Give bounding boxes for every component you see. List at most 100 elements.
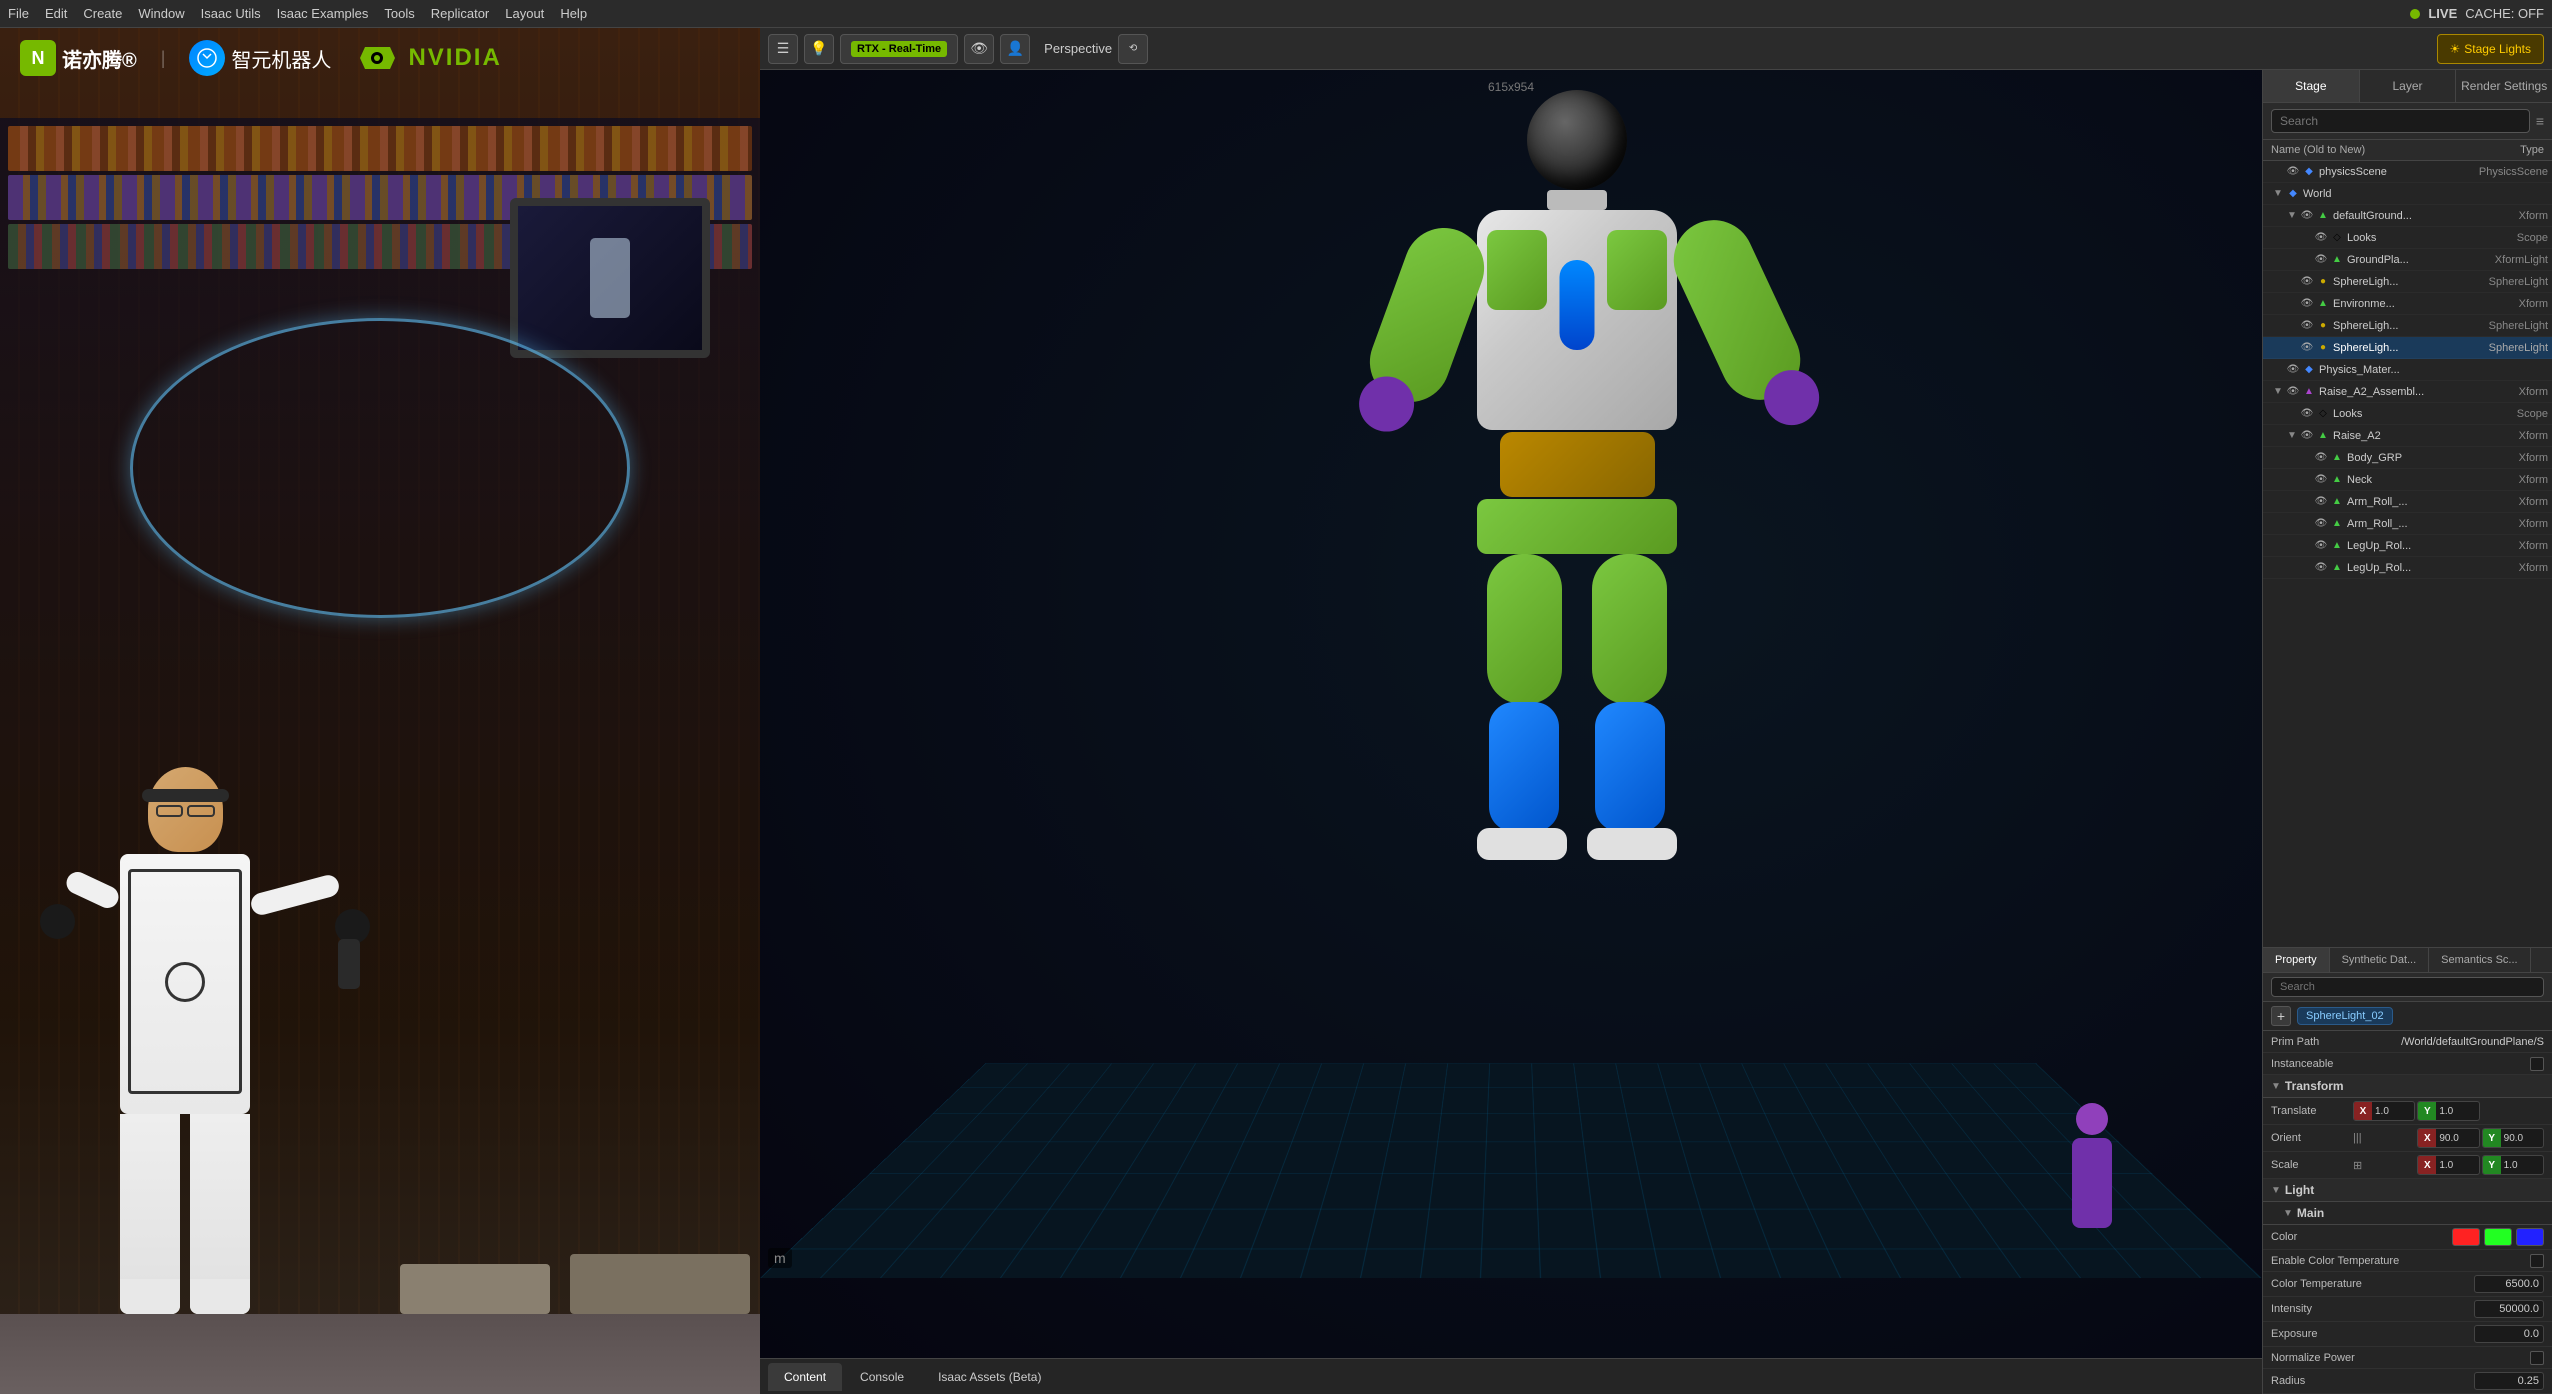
tree-item-world[interactable]: ▼ ◆ World (2263, 183, 2552, 205)
tree-arrow-7 (2285, 319, 2299, 333)
tab-layer[interactable]: Layer (2360, 70, 2457, 102)
color-r-field[interactable] (2452, 1228, 2480, 1246)
menu-create[interactable]: Create (83, 6, 122, 21)
eye-icon-7[interactable]: 👁 (2299, 318, 2315, 334)
menu-edit[interactable]: Edit (45, 6, 67, 21)
eye-icon-14[interactable]: 👁 (2313, 472, 2329, 488)
scale-x-field[interactable]: X 1.0 (2417, 1155, 2479, 1175)
menu-file[interactable]: File (8, 6, 29, 21)
tree-item-arm-roll-2[interactable]: 👁 ▲ Arm_Roll_... Xform (2263, 513, 2552, 535)
prop-tab-synthetic[interactable]: Synthetic Dat... (2330, 948, 2430, 972)
eye-icon-5[interactable]: 👁 (2299, 274, 2315, 290)
tree-item-physics-scene[interactable]: 👁 ◆ physicsScene PhysicsScene (2263, 161, 2552, 183)
menu-replicator[interactable]: Replicator (431, 6, 490, 21)
menu-help[interactable]: Help (560, 6, 587, 21)
prop-tab-property[interactable]: Property (2263, 948, 2330, 972)
tree-item-sphere-light-3[interactable]: 👁 ● SphereLigh... SphereLight (2263, 337, 2552, 359)
tree-item-physics-mater[interactable]: 👁 ◆ Physics_Mater... (2263, 359, 2552, 381)
eye-icon-3[interactable]: 👁 (2313, 230, 2329, 246)
eye-icon-15[interactable]: 👁 (2313, 494, 2329, 510)
stage-search-input[interactable] (2271, 109, 2530, 133)
viewport-canvas[interactable]: ↖ ✛ ↻ ⤢ 📷 ⏸ ▭ FPS: 57.09, Frame time: 17… (760, 70, 2262, 1358)
main-section-header[interactable]: ▼ Main (2263, 1202, 2552, 1225)
tree-content[interactable]: 👁 ◆ physicsScene PhysicsScene ▼ ◆ World (2263, 161, 2552, 947)
transform-section-header[interactable]: ▼ Transform (2263, 1075, 2552, 1098)
light-section-header[interactable]: ▼ Light (2263, 1179, 2552, 1202)
scale-y-field[interactable]: Y 1.0 (2482, 1155, 2544, 1175)
normalize-power-row: Normalize Power (2263, 1347, 2552, 1369)
tab-content[interactable]: Content (768, 1363, 842, 1391)
enable-color-temp-checkbox[interactable] (2530, 1254, 2544, 1268)
logo-nvidia: NVIDIA (355, 43, 501, 73)
scale-row: Scale ⊞ X 1.0 Y 1.0 (2263, 1152, 2552, 1179)
stage-lights-button[interactable]: ☀ Stage Lights (2437, 34, 2544, 64)
orient-icon: ||| (2353, 1132, 2362, 1144)
eye-icon-10[interactable]: 👁 (2285, 384, 2301, 400)
bulb-icon[interactable]: 💡 (804, 34, 834, 64)
eye-icon-11[interactable]: 👁 (2299, 406, 2315, 422)
eye-icon-2[interactable]: 👁 (2299, 208, 2315, 224)
eye-icon-0[interactable]: 👁 (2285, 164, 2301, 180)
neon-ring (130, 318, 630, 618)
eye-icon-6[interactable]: 👁 (2299, 296, 2315, 312)
translate-y-field[interactable]: Y 1.0 (2417, 1101, 2479, 1121)
person-head (148, 767, 223, 852)
tree-item-sphere-light-1[interactable]: 👁 ● SphereLigh... SphereLight (2263, 271, 2552, 293)
tree-type-2: Xform (2468, 210, 2548, 222)
exposure-value: 0.0 (2474, 1325, 2544, 1343)
tree-item-looks[interactable]: 👁 ◇ Looks Scope (2263, 227, 2552, 249)
property-search-input[interactable] (2271, 977, 2544, 997)
color-b-field[interactable] (2516, 1228, 2544, 1246)
tree-arrow-0 (2271, 165, 2285, 179)
tree-item-default-ground[interactable]: ▼ 👁 ▲ defaultGround... Xform (2263, 205, 2552, 227)
eye-icon-16[interactable]: 👁 (2313, 516, 2329, 532)
tree-label-10: Raise_A2_Assembl... (2319, 386, 2468, 398)
menu-layout[interactable]: Layout (505, 6, 544, 21)
eye-icon-17[interactable]: 👁 (2313, 538, 2329, 554)
perspective-arrows[interactable]: ⟲ (1118, 34, 1148, 64)
enable-color-temp-label: Enable Color Temperature (2271, 1255, 2530, 1267)
eye-icon[interactable]: 👁 (964, 34, 994, 64)
eye-icon-4[interactable]: 👁 (2313, 252, 2329, 268)
tree-item-legup-1[interactable]: 👁 ▲ LegUp_Rol... Xform (2263, 535, 2552, 557)
eye-icon-12[interactable]: 👁 (2299, 428, 2315, 444)
tree-item-arm-roll-1[interactable]: 👁 ▲ Arm_Roll_... Xform (2263, 491, 2552, 513)
tab-console[interactable]: Console (844, 1363, 920, 1391)
tree-item-neck[interactable]: 👁 ▲ Neck Xform (2263, 469, 2552, 491)
tree-item-legup-2[interactable]: 👁 ▲ LegUp_Rol... Xform (2263, 557, 2552, 579)
instanceable-checkbox[interactable] (2530, 1057, 2544, 1071)
tree-item-body-grp[interactable]: 👁 ▲ Body_GRP Xform (2263, 447, 2552, 469)
person-icon[interactable]: 👤 (1000, 34, 1030, 64)
filter-icon[interactable]: ≡ (2536, 113, 2544, 129)
orient-y-field[interactable]: Y 90.0 (2482, 1128, 2544, 1148)
orient-x-field[interactable]: X 90.0 (2417, 1128, 2479, 1148)
translate-x-field[interactable]: X 1.0 (2353, 1101, 2415, 1121)
normalize-power-checkbox[interactable] (2530, 1351, 2544, 1365)
node-icon-13: ▲ (2329, 450, 2345, 466)
tree-item-raise-a2[interactable]: ▼ 👁 ▲ Raise_A2 Xform (2263, 425, 2552, 447)
orient-x-val: 90.0 (2436, 1133, 2478, 1144)
rtx-button[interactable]: RTX - Real-Time (840, 34, 958, 64)
tree-item-ground-plane[interactable]: 👁 ▲ GroundPla... XformLight (2263, 249, 2552, 271)
tree-item-environment[interactable]: 👁 ▲ Environme... Xform (2263, 293, 2552, 315)
tab-isaac-assets[interactable]: Isaac Assets (Beta) (922, 1363, 1057, 1391)
add-button[interactable]: + (2271, 1006, 2291, 1026)
eye-icon-8[interactable]: 👁 (2299, 340, 2315, 356)
prop-tab-semantics[interactable]: Semantics Sc... (2429, 948, 2530, 972)
eye-icon-13[interactable]: 👁 (2313, 450, 2329, 466)
bookshelf-row-1 (8, 126, 752, 171)
menu-isaac-utils[interactable]: Isaac Utils (201, 6, 261, 21)
eye-icon-9[interactable]: 👁 (2285, 362, 2301, 378)
menu-isaac-examples[interactable]: Isaac Examples (277, 6, 369, 21)
menu-window[interactable]: Window (138, 6, 184, 21)
tree-item-raise-looks[interactable]: 👁 ◇ Looks Scope (2263, 403, 2552, 425)
eye-icon-18[interactable]: 👁 (2313, 560, 2329, 576)
node-icon-18: ▲ (2329, 560, 2345, 576)
hamburger-btn[interactable]: ☰ (768, 34, 798, 64)
tab-stage[interactable]: Stage (2263, 70, 2360, 102)
tree-item-raise-a2-assembly[interactable]: ▼ 👁 ▲ Raise_A2_Assembl... Xform (2263, 381, 2552, 403)
tree-item-sphere-light-2[interactable]: 👁 ● SphereLigh... SphereLight (2263, 315, 2552, 337)
color-g-field[interactable] (2484, 1228, 2512, 1246)
menu-tools[interactable]: Tools (384, 6, 414, 21)
tab-render-settings[interactable]: Render Settings (2456, 70, 2552, 102)
